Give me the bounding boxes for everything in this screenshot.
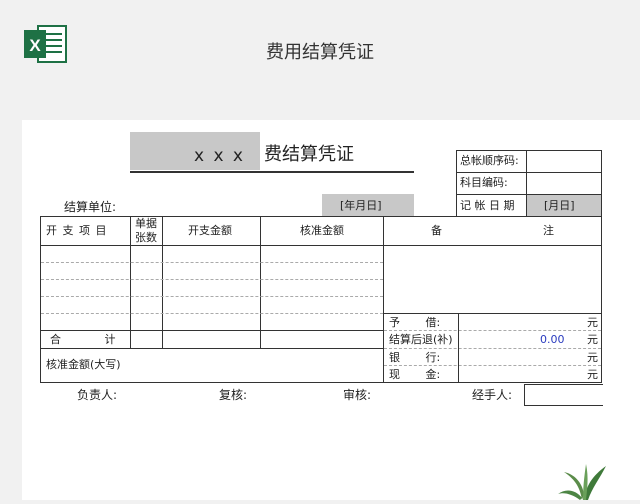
approved-upper-label: 核准金额(大写) bbox=[46, 358, 121, 371]
post-date-label: 记 帐 日 期 bbox=[460, 199, 515, 212]
year-month-day-text: [年月日] bbox=[340, 199, 382, 212]
seq-label: 总帐顺序码: bbox=[460, 154, 519, 167]
name-placeholder: x x x bbox=[194, 146, 245, 166]
voucher-title: 费结算凭证 bbox=[264, 144, 354, 165]
summary-unit-advance: 元 bbox=[587, 316, 598, 329]
summary-label-bank: 银 行: bbox=[389, 351, 441, 364]
col-remark-header: 备 bbox=[431, 224, 442, 237]
subject-label: 科目编码: bbox=[460, 176, 508, 189]
signature-review: 复核: bbox=[219, 388, 248, 402]
summary-label-settle: 结算后退(补) bbox=[389, 333, 453, 346]
voucher-sheet: x x x 费结算凭证 总帐顺序码: 科目编码: 记 帐 日 期 [月日] 结算… bbox=[22, 120, 640, 500]
col-approved-header: 核准金额 bbox=[300, 224, 344, 237]
summary-label-advance: 予 借: bbox=[389, 316, 441, 329]
month-day-text: [月日] bbox=[544, 199, 575, 212]
summary-unit-settle: 元 bbox=[587, 333, 598, 346]
signature-audit: 审核: bbox=[343, 388, 372, 402]
col-amount-header: 开支金额 bbox=[188, 224, 232, 237]
summary-unit-cash: 元 bbox=[587, 368, 598, 381]
summary-label-cash: 现 金: bbox=[389, 368, 441, 381]
col-note-header: 注 bbox=[543, 224, 554, 237]
summary-value-settle[interactable]: 0.00 bbox=[540, 333, 565, 347]
handler-input[interactable] bbox=[524, 384, 603, 406]
page-title: 费用结算凭证 bbox=[266, 42, 374, 63]
signature-responsible: 负责人: bbox=[77, 388, 118, 402]
signature-handler: 经手人: bbox=[472, 388, 513, 402]
summary-unit-bank: 元 bbox=[587, 351, 598, 364]
total-label: 合 计 bbox=[50, 333, 116, 346]
plant-decoration-icon bbox=[556, 458, 610, 500]
col-doc-count-header-1: 单据 bbox=[135, 217, 157, 230]
col-doc-count-header-2: 张数 bbox=[135, 231, 157, 244]
col-item-header: 开 支 项 目 bbox=[46, 224, 108, 237]
unit-label: 结算单位: bbox=[64, 200, 117, 214]
